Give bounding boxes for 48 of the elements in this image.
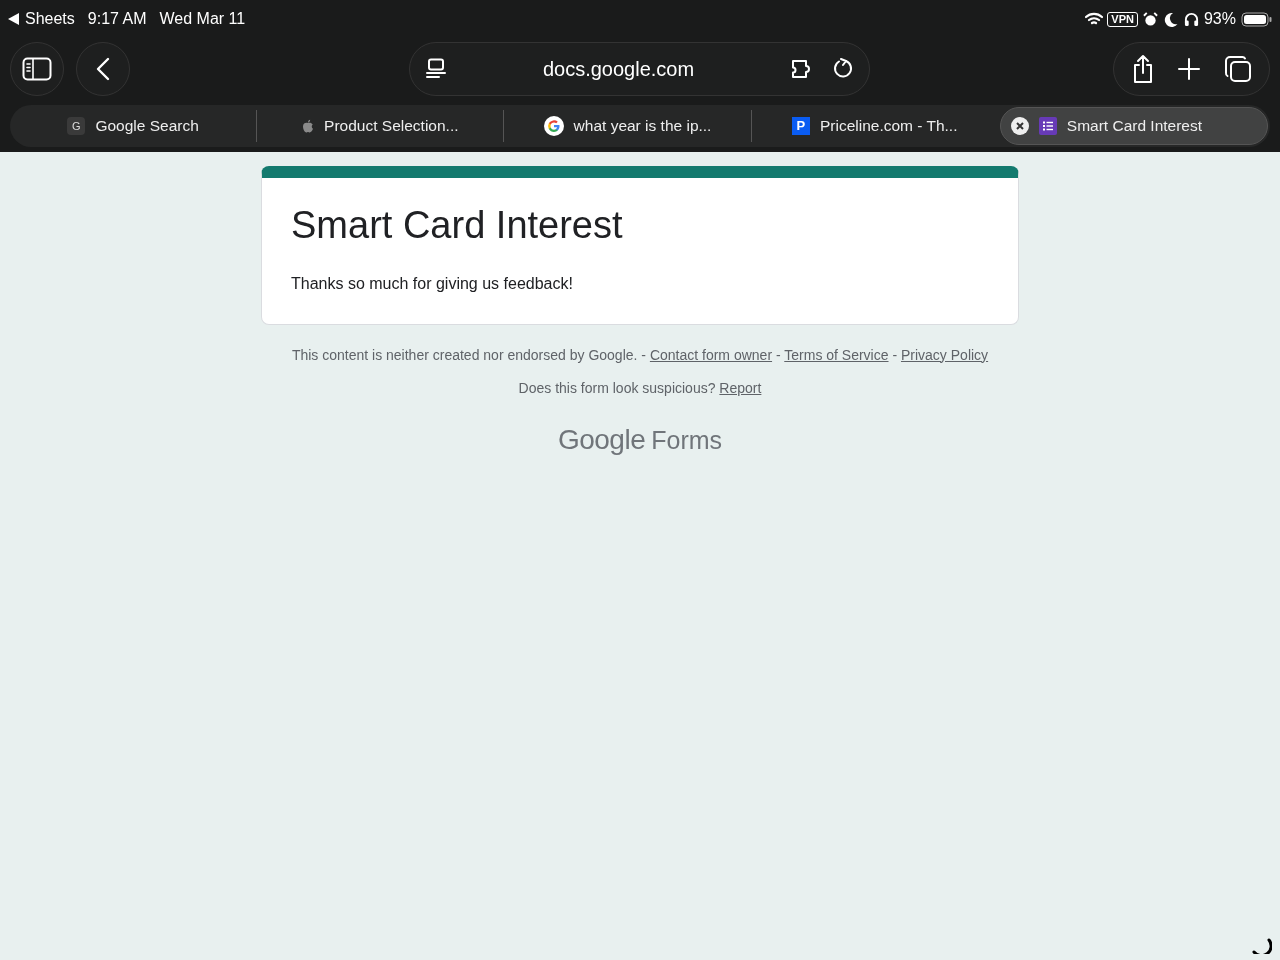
reload-icon (833, 58, 853, 80)
tabs-overview-icon[interactable] (1223, 55, 1252, 83)
status-time: 9:17 AM (87, 9, 147, 29)
browser-tab[interactable]: P Priceline.com - Th... (751, 107, 998, 145)
list-icon (1038, 117, 1057, 135)
report-link[interactable]: Report (719, 379, 762, 396)
footer-disclaimer: This content is neither created nor endorsed by Google. - Contact form owner - Terms of Service - Privacy Policy (291, 345, 989, 365)
tab-title: what year is the ip... (573, 116, 712, 137)
battery-percent: 93% (1203, 9, 1236, 29)
browser-tab[interactable]: Product Selection... (257, 107, 504, 145)
page-menu-icon (426, 58, 446, 80)
form-title: Smart Card Interest (291, 203, 624, 248)
back-triangle-icon (8, 13, 19, 25)
sidebar-button[interactable] (10, 42, 64, 96)
status-date: Wed Mar 11 (159, 9, 246, 29)
footer-link[interactable]: Terms of Service (784, 346, 889, 363)
address-bar[interactable]: docs.google.com (409, 42, 870, 96)
tab-title: Google Search (95, 116, 199, 137)
tab-title: Smart Card Interest (1066, 116, 1203, 137)
footer-link[interactable]: Contact form owner (649, 346, 773, 363)
moon-icon (1163, 11, 1178, 27)
sidebar-icon (22, 57, 52, 81)
google-g-icon (543, 116, 564, 136)
logo-product: Forms (651, 424, 723, 456)
browser-tab[interactable]: G Google Search (10, 107, 257, 145)
address-text: docs.google.com (541, 57, 696, 82)
headphones-icon (1183, 11, 1199, 27)
back-app-label[interactable]: Sheets (25, 7, 75, 31)
battery-icon (1241, 11, 1272, 27)
alarm-icon (1142, 11, 1158, 27)
plus-icon[interactable] (1177, 57, 1202, 81)
apple-icon (302, 119, 315, 133)
loading-arc-icon (1252, 938, 1272, 954)
site-favicon: G (67, 117, 86, 135)
report-prompt: Does this form look suspicious? Report (518, 378, 762, 398)
confirmation-message: Thanks so much for giving us feedback! (291, 273, 574, 294)
close-icon[interactable] (1010, 117, 1029, 135)
footer-link[interactable]: Privacy Policy (900, 346, 989, 363)
logo-brand: Google (557, 422, 646, 457)
site-favicon: P (791, 117, 810, 135)
wifi-icon (1085, 12, 1104, 26)
browser-tab[interactable]: what year is the ip... (504, 107, 751, 145)
vpn-badge: VPN (1107, 11, 1138, 27)
tab-title: Priceline.com - Th... (819, 116, 958, 137)
browser-tab[interactable]: Smart Card Interest (999, 107, 1268, 145)
chevron-left-icon (96, 57, 110, 81)
tab-title: Product Selection... (324, 116, 459, 137)
back-button[interactable] (76, 42, 130, 96)
